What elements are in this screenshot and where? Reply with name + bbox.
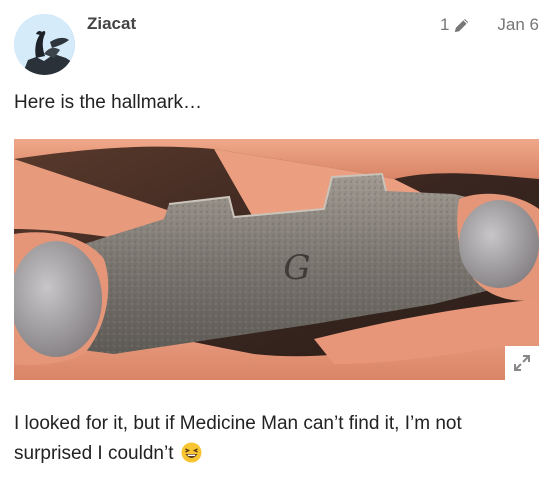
expand-image-button[interactable]	[505, 346, 539, 380]
hallmark-photo: G	[14, 139, 539, 380]
pencil-icon	[452, 16, 471, 35]
laughing-emoji	[181, 442, 202, 463]
hallmark-letter: G	[283, 248, 310, 288]
post-paragraph-2: I looked for it, but if Medicine Man can…	[14, 409, 539, 469]
post-paragraph-2-text: I looked for it, but if Medicine Man can…	[14, 413, 462, 464]
forum-post: Ziacat 1 Jan 6 Here is the hallmark… G I…	[0, 0, 553, 499]
avatar-image	[14, 14, 75, 75]
edit-history-button[interactable]: 1	[440, 15, 471, 35]
expand-icon	[514, 355, 530, 371]
avatar[interactable]	[14, 14, 75, 75]
post-image[interactable]: G	[14, 139, 539, 380]
username[interactable]: Ziacat	[87, 14, 136, 34]
post-meta: 1 Jan 6	[440, 15, 539, 35]
post-paragraph-1: Here is the hallmark…	[14, 92, 202, 113]
edit-count: 1	[439, 15, 450, 34]
post-date[interactable]: Jan 6	[497, 15, 539, 35]
